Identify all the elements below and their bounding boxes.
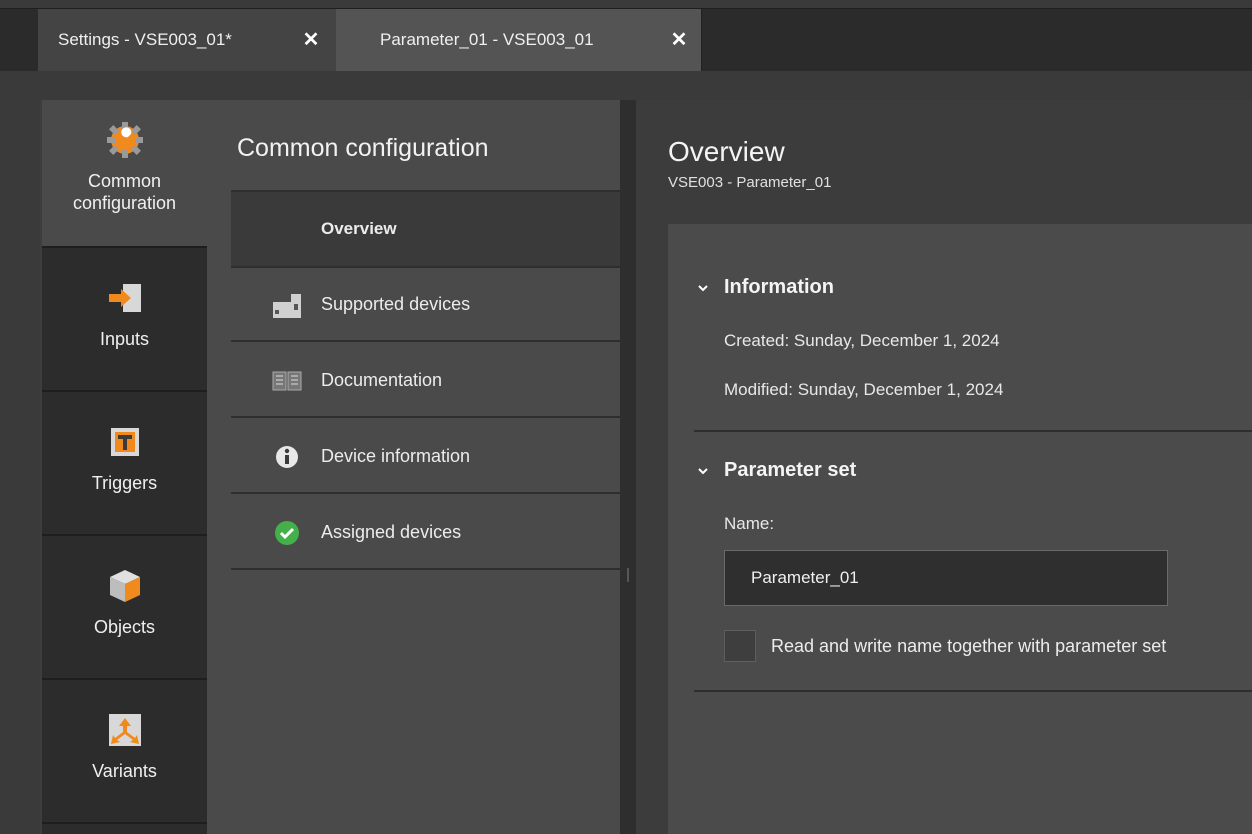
nav-label: Objects xyxy=(93,617,156,637)
left-nav: Common configuration Inputs Triggers Obj… xyxy=(42,100,207,834)
name-label: Name: xyxy=(724,514,775,533)
section-title: Information xyxy=(724,276,834,298)
submenu-item-supported-devices[interactable]: Supported devices xyxy=(231,268,620,342)
info-icon xyxy=(276,446,298,468)
tab-settings[interactable]: Settings - VSE003_01* ✕ xyxy=(38,9,336,71)
overview-panel: Information Created: Sunday, December 1,… xyxy=(668,224,1252,834)
trigger-t-icon xyxy=(110,428,139,456)
chevron-down-icon xyxy=(698,467,708,474)
read-write-name-checkbox[interactable] xyxy=(724,630,756,662)
tab-label: Settings - VSE003_01* xyxy=(58,30,232,49)
nav-label: Variants xyxy=(92,761,157,781)
input-arrow-icon xyxy=(108,284,141,312)
book-icon xyxy=(272,371,302,391)
main-content: Overview VSE003 - Parameter_01 Informati… xyxy=(636,100,1252,834)
submenu-panel: Common configuration Overview Supported … xyxy=(207,100,620,834)
submenu-item-label: Documentation xyxy=(321,369,443,390)
submenu-item-device-information[interactable]: Device information xyxy=(231,420,620,494)
tab-label: Parameter_01 - VSE003_01 xyxy=(380,30,594,49)
check-circle-icon xyxy=(275,521,299,545)
gear-wrench-icon xyxy=(106,122,143,158)
submenu-item-label: Overview xyxy=(321,219,397,238)
created-date: Created: Sunday, December 1, 2024 xyxy=(724,331,1000,350)
parameter-set-section-header[interactable]: Parameter set xyxy=(698,459,856,482)
submenu-item-overview[interactable]: Overview xyxy=(231,192,620,268)
nav-label: configuration xyxy=(72,193,177,213)
modified-date: Modified: Sunday, December 1, 2024 xyxy=(724,380,1004,399)
nav-item-variants[interactable]: Variants xyxy=(42,680,207,824)
divider xyxy=(694,430,1252,432)
name-input[interactable] xyxy=(724,550,1168,606)
information-section-header[interactable]: Information xyxy=(698,276,834,299)
close-icon[interactable]: ✕ xyxy=(670,30,688,50)
tab-bar: Settings - VSE003_01* ✕ Parameter_01 - V… xyxy=(0,8,1252,71)
page-subtitle: VSE003 - Parameter_01 xyxy=(668,174,832,191)
submenu-item-label: Supported devices xyxy=(321,293,471,314)
nav-item-inputs[interactable]: Inputs xyxy=(42,248,207,392)
devices-icon xyxy=(273,294,301,318)
nav-label: Common xyxy=(87,171,162,191)
divider xyxy=(694,690,1252,692)
nav-item-triggers[interactable]: Triggers xyxy=(42,392,207,536)
section-title: Parameter set xyxy=(724,459,857,481)
submenu-title: Common configuration xyxy=(237,134,489,162)
submenu-item-assigned-devices[interactable]: Assigned devices xyxy=(231,496,620,570)
submenu-item-documentation[interactable]: Documentation xyxy=(231,344,620,418)
nav-item-common-configuration[interactable]: Common configuration xyxy=(42,100,207,248)
splitter-grip[interactable] xyxy=(627,568,629,582)
submenu-item-label: Assigned devices xyxy=(321,521,462,542)
nav-label: Inputs xyxy=(99,329,150,349)
cube-icon xyxy=(109,570,140,602)
tab-parameter[interactable]: Parameter_01 - VSE003_01 ✕ xyxy=(336,9,702,71)
panel-splitter[interactable] xyxy=(620,100,636,834)
nav-label: Triggers xyxy=(91,473,158,493)
nav-item-objects[interactable]: Objects xyxy=(42,536,207,680)
chevron-down-icon xyxy=(698,284,708,291)
checkbox-label: Read and write name together with parame… xyxy=(771,636,1167,656)
page-title: Overview xyxy=(668,136,785,167)
close-icon[interactable]: ✕ xyxy=(302,30,320,50)
variants-icon xyxy=(108,714,141,746)
submenu-item-label: Device information xyxy=(321,445,471,466)
